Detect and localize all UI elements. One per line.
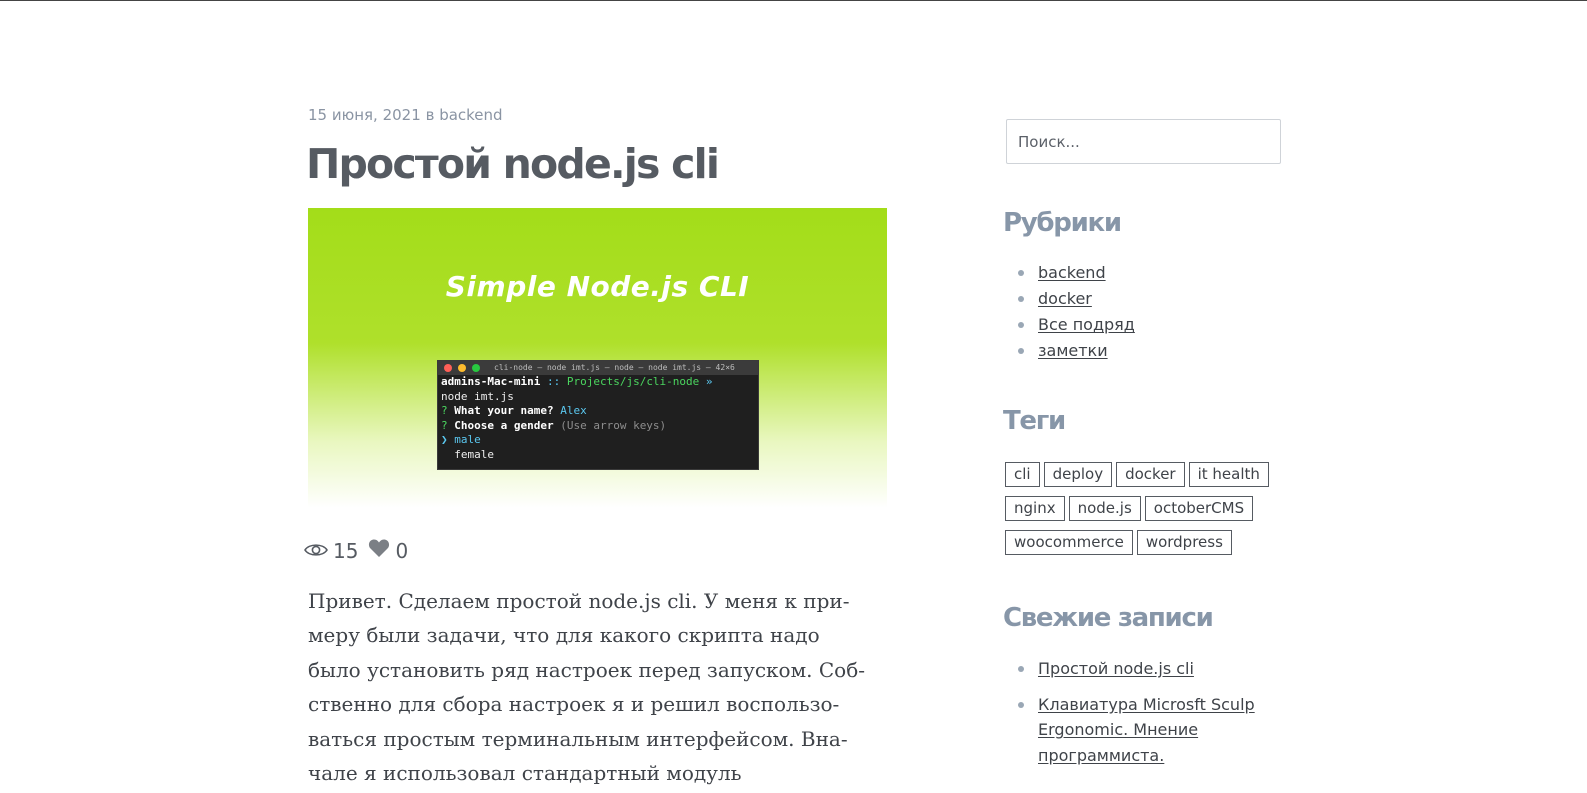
- excerpt-line: ственно для сбора настроек я и решил вос…: [308, 692, 840, 717]
- terminal-window-title: cli-node — node imt.js — node — node imt…: [494, 363, 735, 372]
- likes-count: 0: [395, 538, 409, 563]
- scrollbar[interactable]: [1567, 1, 1587, 793]
- post-title: Простой node.js cli: [306, 140, 720, 188]
- terminal-titlebar: cli-node — node imt.js — node — node imt…: [438, 361, 758, 375]
- post-hero-image: Simple Node.js CLI cli-node — node imt.j…: [308, 208, 887, 508]
- terminal-prompt-line: admins-Mac-mini :: Projects/js/cli-node …: [441, 375, 713, 388]
- rubric-link-docker[interactable]: docker: [1038, 289, 1092, 308]
- tag-nginx[interactable]: nginx: [1005, 496, 1065, 521]
- rubrics-title: Рубрики: [1003, 208, 1122, 238]
- rubric-item: docker: [1005, 286, 1135, 312]
- rubric-link-notes[interactable]: заметки: [1038, 341, 1108, 360]
- rubric-link-backend[interactable]: backend: [1038, 263, 1106, 282]
- terminal-command-line: node imt.js: [441, 389, 514, 403]
- eye-icon: [304, 539, 328, 563]
- terminal-question-gender: ? Choose a gender (Use arrow keys): [441, 418, 667, 432]
- rubric-link-all[interactable]: Все подряд: [1038, 315, 1135, 334]
- terminal-option-selected: ❯ male: [441, 433, 481, 446]
- rubric-item: Все подряд: [1005, 312, 1135, 338]
- rubric-item: backend: [1005, 260, 1135, 286]
- rubrics-list: backend docker Все подряд заметки: [1005, 260, 1135, 364]
- post-meta: 15 июня, 2021 в backend: [308, 106, 503, 124]
- tag-docker[interactable]: docker: [1116, 462, 1185, 487]
- terminal-question-name: ? What your name? Alex: [441, 404, 587, 417]
- zoom-dot-icon: [472, 364, 480, 372]
- tag-wordpress[interactable]: wordpress: [1136, 530, 1232, 555]
- terminal-screenshot: cli-node — node imt.js — node — node imt…: [437, 360, 759, 470]
- post-stats: 15 0: [304, 538, 418, 563]
- tag-it-health[interactable]: it health: [1188, 462, 1269, 487]
- rubric-item: заметки: [1005, 338, 1135, 364]
- heart-icon[interactable]: [368, 538, 390, 563]
- tag-cloud: cli deploy docker it health nginx node.j…: [1005, 462, 1275, 564]
- tag-cli[interactable]: cli: [1005, 462, 1040, 487]
- terminal-option-other: female: [454, 447, 494, 461]
- post-meta-in: в: [425, 106, 435, 124]
- recent-post-item: Простой node.js cli: [1005, 656, 1268, 682]
- post-category-link[interactable]: backend: [439, 106, 502, 124]
- hero-title: Simple Node.js CLI: [445, 270, 750, 303]
- views-count: 15: [333, 538, 359, 563]
- recent-post-link[interactable]: Простой node.js cli: [1038, 659, 1194, 678]
- recent-post-item: Клавиатура Microsft Sculp Ergonomic. Мне…: [1005, 692, 1268, 769]
- close-dot-icon: [444, 364, 452, 372]
- minimize-dot-icon: [458, 364, 466, 372]
- search-input[interactable]: [1006, 119, 1281, 164]
- tag-woocommerce[interactable]: woocommerce: [1005, 530, 1133, 555]
- top-border: [0, 0, 1587, 1]
- excerpt-line: ваться простым терминальным интерфейсом.…: [308, 726, 848, 751]
- excerpt-line: чале я использовал стандартный модуль: [308, 761, 742, 786]
- recent-posts-list: Простой node.js cli Клавиатура Microsft …: [1005, 656, 1268, 778]
- tag-nodejs[interactable]: node.js: [1068, 496, 1141, 521]
- tag-octobercms[interactable]: octoberCMS: [1144, 496, 1254, 521]
- post-excerpt: Привет. Сделаем простой node.js cli. У м…: [308, 584, 883, 790]
- tag-deploy[interactable]: deploy: [1043, 462, 1113, 487]
- excerpt-line: было установить ряд настроек перед запус…: [308, 657, 866, 682]
- post-date: 15 июня, 2021: [308, 106, 421, 124]
- tags-title: Теги: [1003, 406, 1066, 436]
- recent-post-link[interactable]: Клавиатура Microsft Sculp Ergonomic. Мне…: [1038, 695, 1255, 765]
- excerpt-line: меру были задачи, что для какого скрипта…: [308, 623, 820, 648]
- recent-posts-title: Свежие записи: [1003, 603, 1214, 633]
- excerpt-line: Привет. Сделаем простой node.js cli. У м…: [308, 589, 850, 613]
